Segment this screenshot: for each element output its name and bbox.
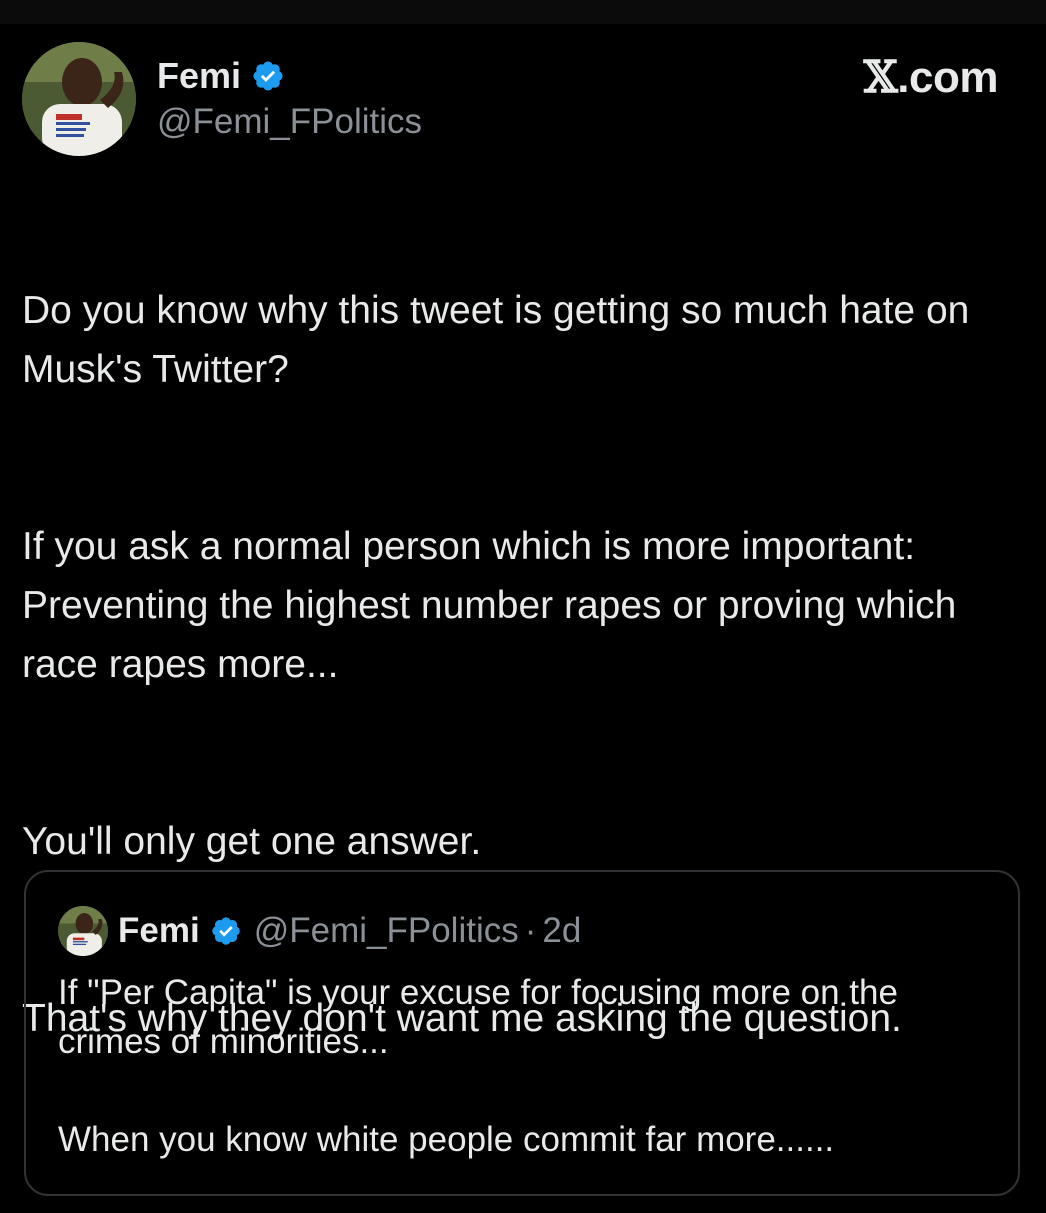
quoted-tweet-header: Femi @Femi_FPolitics · 2d: [118, 908, 581, 954]
avatar-photo-icon: [22, 42, 136, 156]
author-avatar[interactable]: [22, 42, 136, 156]
author-handle[interactable]: @Femi_FPolitics: [157, 102, 422, 142]
avatar-photo-icon: [58, 906, 108, 956]
quoted-author-name[interactable]: Femi: [118, 911, 200, 951]
verified-badge-icon: [253, 61, 283, 91]
x-logo-icon: 𝕏: [863, 52, 898, 103]
quoted-tweet-card[interactable]: Femi @Femi_FPolitics · 2d If "Per Capita…: [24, 870, 1020, 1196]
tweet-paragraph: You'll only get one answer.: [22, 820, 482, 863]
separator-dot: ·: [524, 911, 537, 950]
tweet-paragraph: If you ask a normal person which is more…: [22, 525, 957, 686]
quoted-author-handle[interactable]: @Femi_FPolitics: [254, 911, 519, 951]
brand-suffix: .com: [897, 53, 998, 102]
verified-badge-icon: [212, 917, 240, 945]
author-display-name[interactable]: Femi: [157, 55, 241, 97]
x-com-logo: 𝕏.com: [863, 52, 999, 103]
quoted-tweet-text: If "Per Capita" is your excuse for focus…: [58, 968, 1008, 1213]
author-name-row: Femi: [157, 52, 285, 100]
tweet-paragraph: Do you know why this tweet is getting so…: [22, 289, 970, 391]
quoted-author-avatar[interactable]: [58, 906, 108, 956]
top-status-strip: [0, 0, 1046, 24]
quoted-paragraph: If "Per Capita" is your excuse for focus…: [58, 973, 898, 1061]
quoted-paragraph: When you know white people commit far mo…: [58, 1120, 835, 1159]
quoted-tweet-timestamp[interactable]: 2d: [542, 911, 581, 951]
